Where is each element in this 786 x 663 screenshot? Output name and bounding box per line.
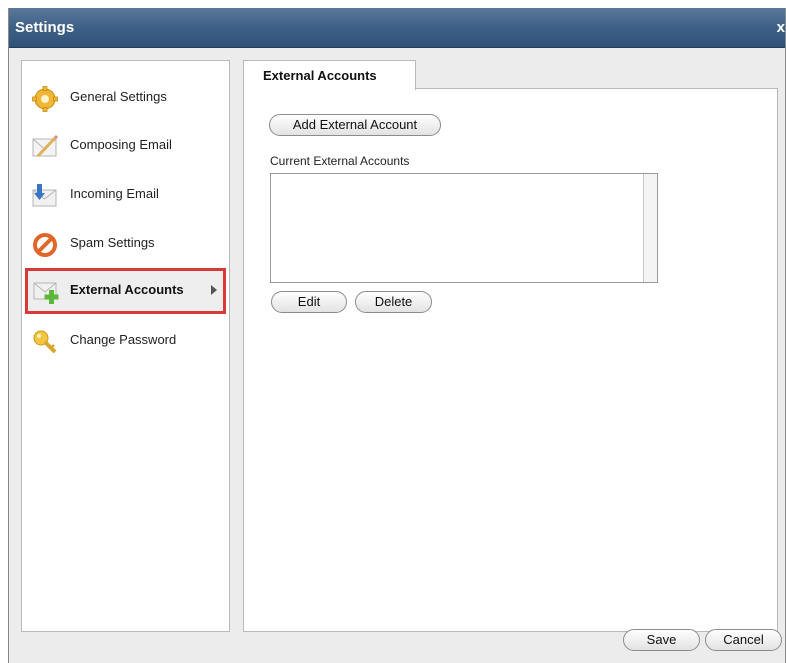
no-entry-icon [32,232,58,258]
tab-external-accounts[interactable]: External Accounts [243,60,416,90]
tab-label: External Accounts [263,68,377,83]
sidebar-item-change-password[interactable]: Change Password [26,320,226,362]
save-button[interactable]: Save [623,629,700,651]
window-title: Settings [15,19,75,36]
key-icon [32,329,58,355]
sidebar-item-general-settings[interactable]: General Settings [26,77,226,119]
external-accounts-list[interactable] [270,173,658,283]
sidebar-item-label: External Accounts [70,282,184,297]
add-account-icon [33,279,59,305]
sidebar-item-label: Incoming Email [70,186,159,201]
chevron-right-icon [211,285,217,295]
edit-button[interactable]: Edit [271,291,347,313]
sidebar-item-label: Change Password [70,332,177,347]
sidebar-item-external-accounts[interactable]: External Accounts [25,268,226,314]
cancel-button[interactable]: Cancel [705,629,782,651]
compose-icon [32,134,59,160]
gear-icon [32,86,58,112]
settings-sidebar: General Settings Composing Email Incomin… [21,60,230,632]
title-bar: Settings x [9,8,785,48]
sidebar-item-incoming-email[interactable]: Incoming Email [26,174,226,216]
sidebar-item-label: General Settings [70,89,167,104]
current-accounts-label: Current External Accounts [270,154,410,168]
sidebar-item-composing-email[interactable]: Composing Email [26,125,226,167]
add-external-account-button[interactable]: Add External Account [269,114,441,136]
sidebar-item-spam-settings[interactable]: Spam Settings [26,223,226,265]
incoming-icon [32,183,58,209]
delete-button[interactable]: Delete [355,291,432,313]
external-accounts-panel [243,88,778,632]
sidebar-item-label: Spam Settings [70,235,155,250]
sidebar-item-label: Composing Email [70,137,172,152]
settings-window: Settings x General Settings Composing Em… [8,8,786,663]
list-scrollbar[interactable] [643,174,657,282]
close-icon[interactable]: x [777,19,785,36]
